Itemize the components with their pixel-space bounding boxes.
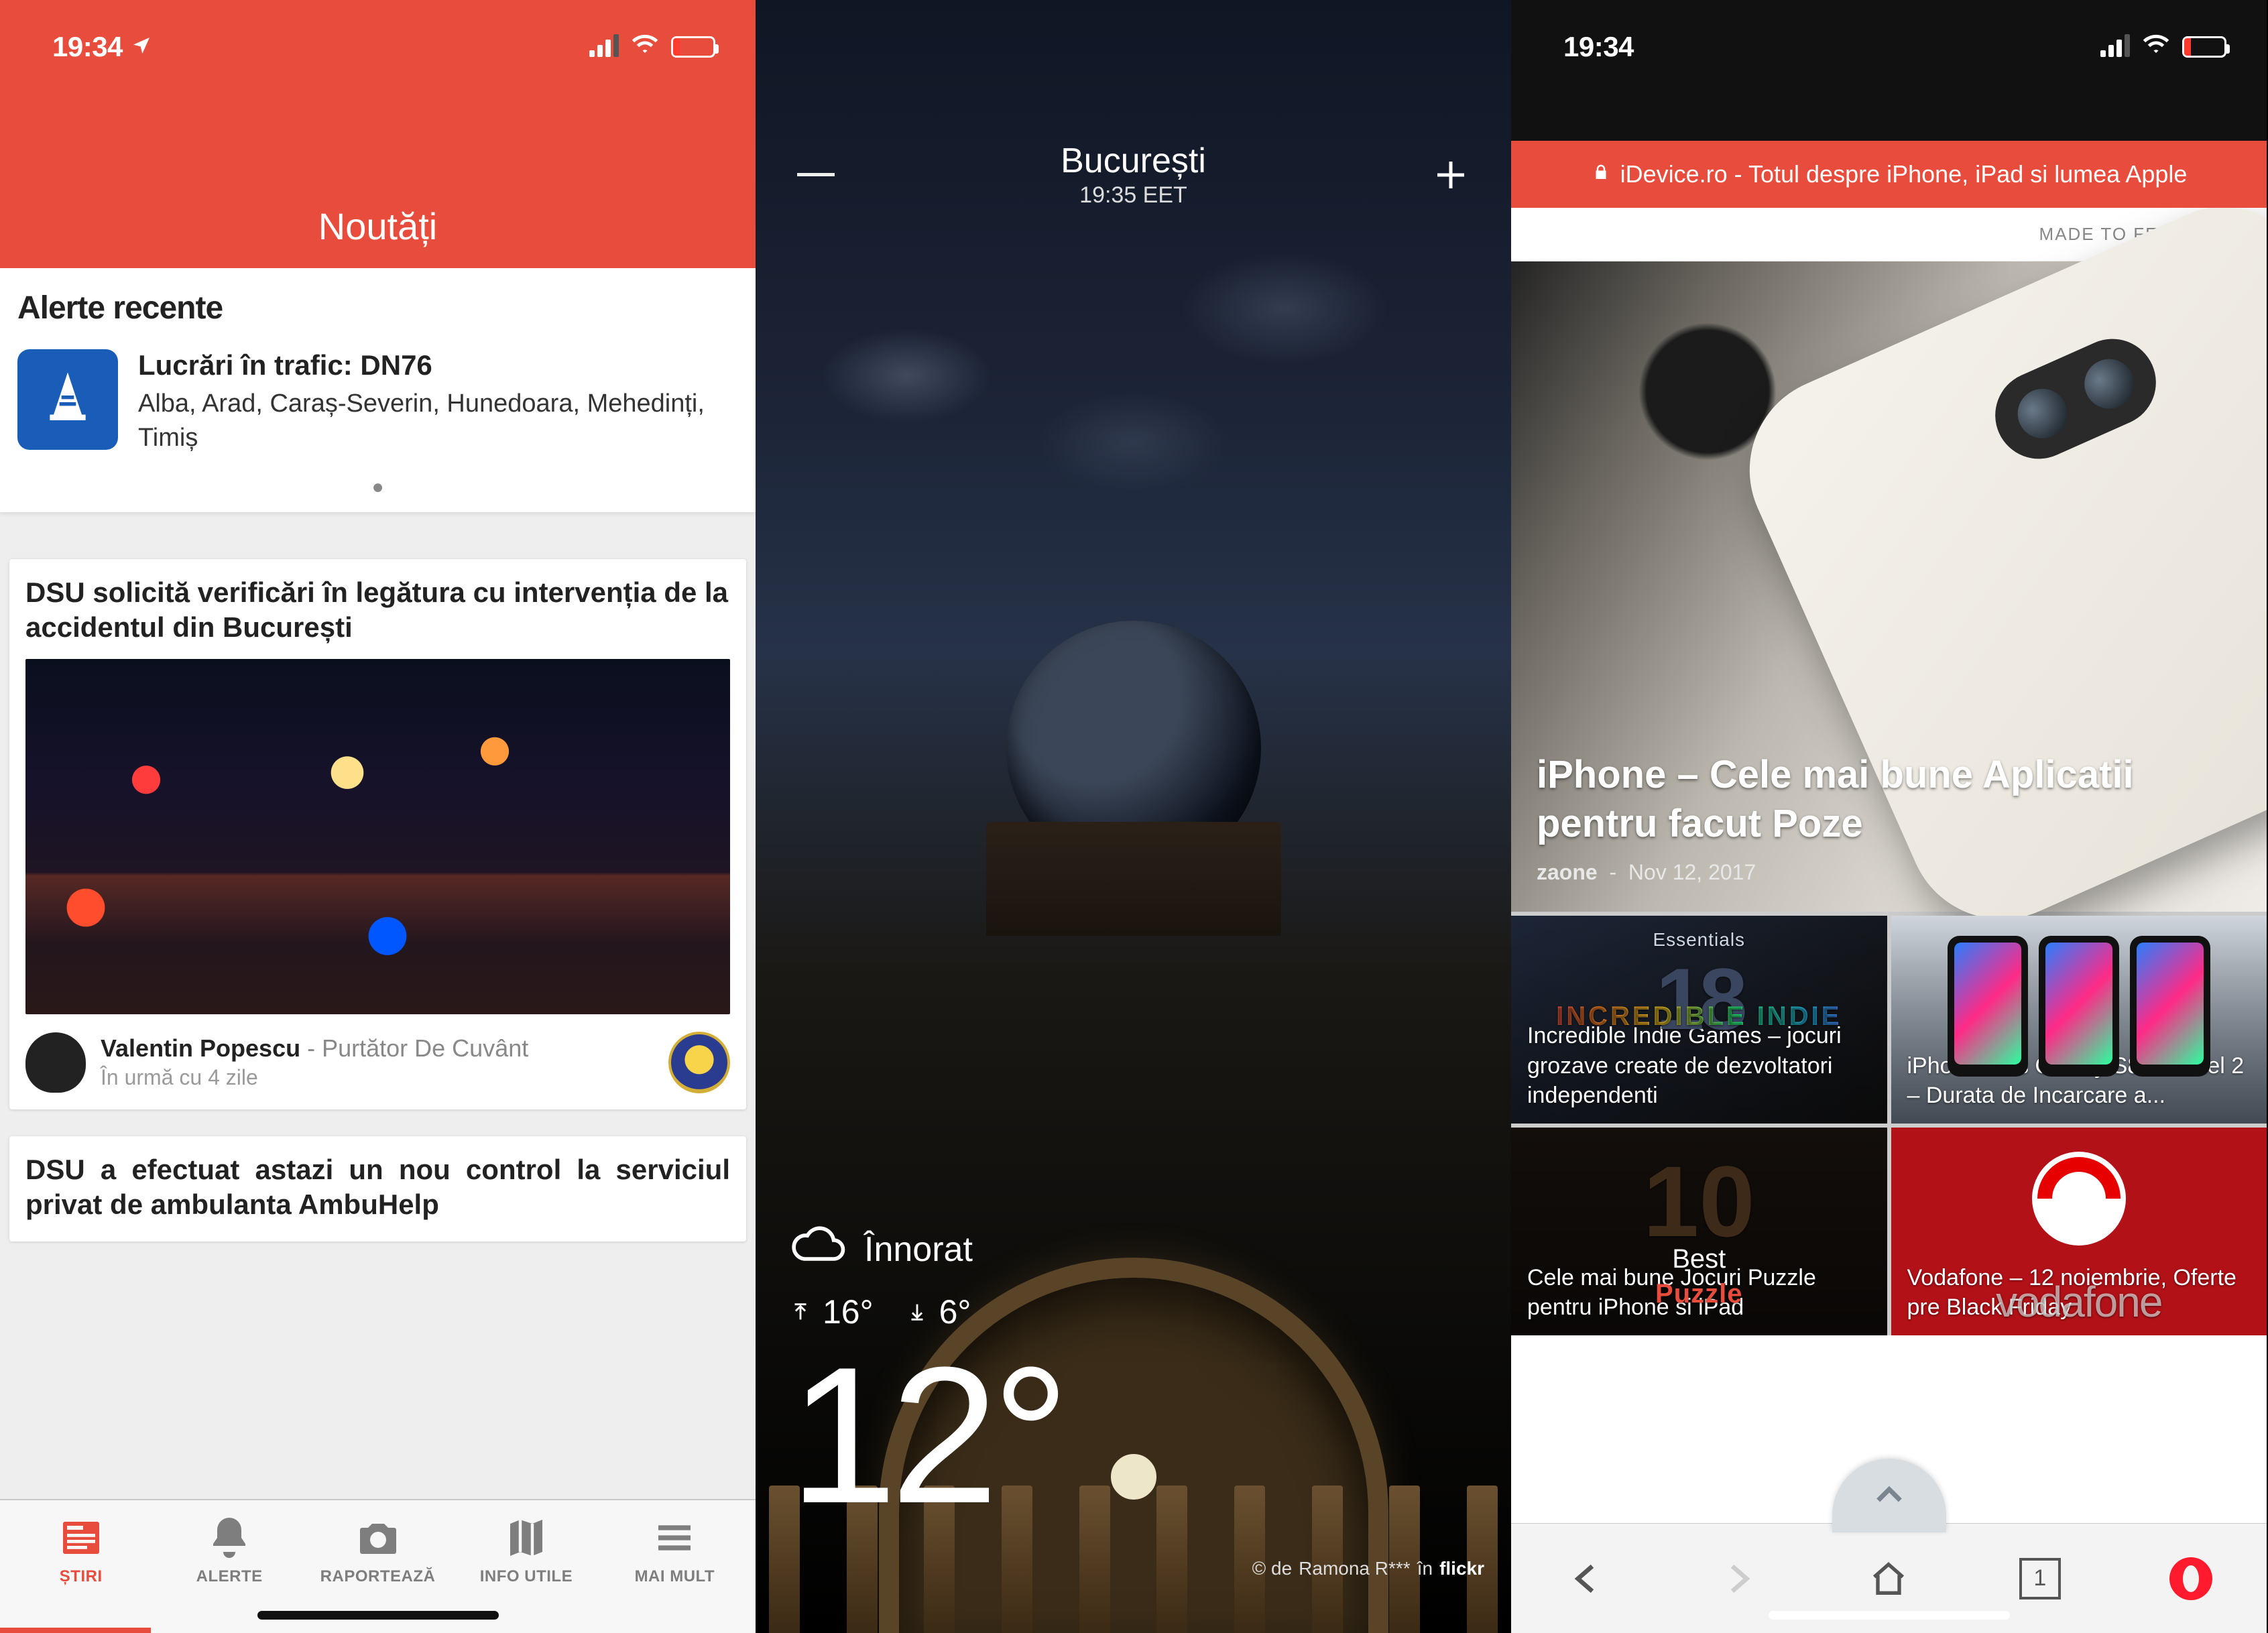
arrow-down-icon bbox=[906, 1292, 929, 1331]
opera-menu-button[interactable] bbox=[2116, 1524, 2267, 1633]
news-title: DSU a efectuat astazi un nou control la … bbox=[25, 1152, 730, 1223]
menu-icon bbox=[601, 1514, 749, 1562]
page-indicator: ● bbox=[17, 476, 738, 499]
alert-title: Lucrări în trafic: DN76 bbox=[138, 349, 738, 381]
news-title: DSU solicită verificări în legătura cu i… bbox=[25, 575, 730, 646]
author-avatar-icon bbox=[25, 1032, 86, 1093]
news-author: Valentin Popescu - Purtător De Cuvânt bbox=[101, 1034, 528, 1063]
article-grid: Essentials 18 INCREDIBLE INDIE Incredibl… bbox=[1511, 912, 2267, 1335]
status-time: 19:34 bbox=[1563, 31, 1634, 63]
camera-icon bbox=[304, 1514, 452, 1562]
source-badge-icon bbox=[668, 1032, 730, 1093]
status-bar: 19:34 bbox=[1511, 0, 2267, 80]
news-time: În urmă cu 4 zile bbox=[101, 1065, 528, 1090]
article-tile[interactable]: Vodafone – 12 noiembrie, Oferte pre Blac… bbox=[1891, 1128, 2267, 1335]
phone-screen-3: 19:34 iDevice.ro - Totul despre iPhone, … bbox=[1511, 0, 2267, 1633]
alerts-heading: Alerte recente bbox=[17, 290, 738, 326]
opera-browser: iDevice.ro - Totul despre iPhone, iPad s… bbox=[1511, 0, 2267, 1633]
cloud-icon bbox=[789, 1217, 845, 1282]
weather-summary[interactable]: Înnorat 16° 6° 12° bbox=[789, 1217, 1478, 1532]
city-name: București bbox=[1061, 141, 1206, 181]
location-arrow-icon bbox=[131, 31, 152, 63]
location-header[interactable]: București 19:35 EET bbox=[1061, 141, 1206, 208]
web-page[interactable]: MADE TO FEEL GOOD iPhone – Cele mai bune… bbox=[1511, 208, 2267, 1633]
url-title: iDevice.ro - Totul despre iPhone, iPad s… bbox=[1620, 160, 2188, 188]
address-bar[interactable]: iDevice.ro - Totul despre iPhone, iPad s… bbox=[1511, 141, 2267, 208]
opera-logo-icon bbox=[2169, 1557, 2212, 1600]
news-app: Noutăți Alerte recente Lucrări în trafic… bbox=[0, 0, 756, 1633]
menu-button[interactable] bbox=[789, 148, 843, 202]
news-card[interactable]: DSU a efectuat astazi un nou control la … bbox=[9, 1136, 746, 1242]
tab-mai-mult[interactable]: MAI MULT bbox=[601, 1514, 749, 1586]
news-card[interactable]: DSU solicită verificări în legătura cu i… bbox=[9, 559, 746, 1109]
status-bar: 19:34 bbox=[0, 0, 756, 80]
active-tab-indicator bbox=[0, 1628, 151, 1633]
traffic-cone-icon bbox=[17, 349, 118, 450]
vodafone-logo-icon bbox=[2032, 1152, 2126, 1246]
high-temp: 16° bbox=[789, 1292, 874, 1331]
news-icon bbox=[7, 1514, 155, 1562]
image-credit[interactable]: © de Ramona R*** în flickr bbox=[1252, 1558, 1484, 1579]
battery-low-icon bbox=[671, 36, 715, 58]
low-temp: 6° bbox=[906, 1292, 971, 1331]
alert-subtitle: Alba, Arad, Caraș-Severin, Hunedoara, Me… bbox=[138, 387, 738, 456]
tab-count: 1 bbox=[2019, 1558, 2061, 1599]
condition-label: Înnorat bbox=[864, 1229, 973, 1270]
cellular-signal-icon bbox=[589, 37, 619, 57]
news-image bbox=[25, 659, 730, 1014]
arrow-up-icon bbox=[789, 1292, 812, 1331]
back-button[interactable] bbox=[1511, 1524, 1662, 1633]
bell-icon bbox=[155, 1514, 303, 1562]
lock-icon bbox=[1591, 160, 1611, 188]
add-location-button[interactable] bbox=[1424, 148, 1478, 202]
battery-low-icon bbox=[2182, 36, 2226, 58]
home-indicator[interactable] bbox=[257, 1611, 499, 1620]
hero-title: iPhone – Cele mai bune Aplicatii pentru … bbox=[1537, 751, 2241, 848]
wifi-icon bbox=[631, 29, 659, 64]
tab-alerte[interactable]: ALERTE bbox=[155, 1514, 303, 1586]
home-indicator[interactable] bbox=[1769, 1611, 2010, 1620]
map-icon bbox=[452, 1514, 600, 1562]
article-tile[interactable]: Essentials 18 INCREDIBLE INDIE Incredibl… bbox=[1511, 916, 1887, 1124]
alerts-card[interactable]: Alerte recente Lucrări în trafic: DN76 A… bbox=[0, 268, 756, 512]
tab-stiri[interactable]: ȘTIRI bbox=[7, 1514, 155, 1586]
cellular-signal-icon bbox=[2100, 37, 2130, 57]
alert-item[interactable]: Lucrări în trafic: DN76 Alba, Arad, Cara… bbox=[17, 349, 738, 456]
current-temp: 12° bbox=[789, 1338, 1478, 1532]
status-time: 19:34 bbox=[52, 31, 123, 63]
phones-illustration bbox=[1891, 936, 2267, 1077]
article-tile[interactable]: 10 BestPuzzle Cele mai bune Jocuri Puzzl… bbox=[1511, 1128, 1887, 1335]
phone-screen-2: București 19:35 EET Înnorat 16° 6° 12° bbox=[756, 0, 1511, 1633]
local-time: 19:35 EET bbox=[1061, 182, 1206, 208]
tab-info-utile[interactable]: INFO UTILE bbox=[452, 1514, 600, 1586]
flickr-logo: flickr bbox=[1439, 1558, 1484, 1579]
tab-raporteaza[interactable]: RAPORTEAZĂ bbox=[304, 1514, 452, 1586]
wifi-icon bbox=[2142, 29, 2170, 64]
article-tile[interactable]: iPhone X vs Galaxy S8 vs Pixel 2 – Durat… bbox=[1891, 916, 2267, 1124]
hero-meta: zaone - Nov 12, 2017 bbox=[1537, 860, 2241, 885]
phone-screen-1: 19:34 Noutăți Alerte recente bbox=[0, 0, 756, 1633]
hero-article[interactable]: iPhone – Cele mai bune Aplicatii pentru … bbox=[1511, 261, 2267, 912]
